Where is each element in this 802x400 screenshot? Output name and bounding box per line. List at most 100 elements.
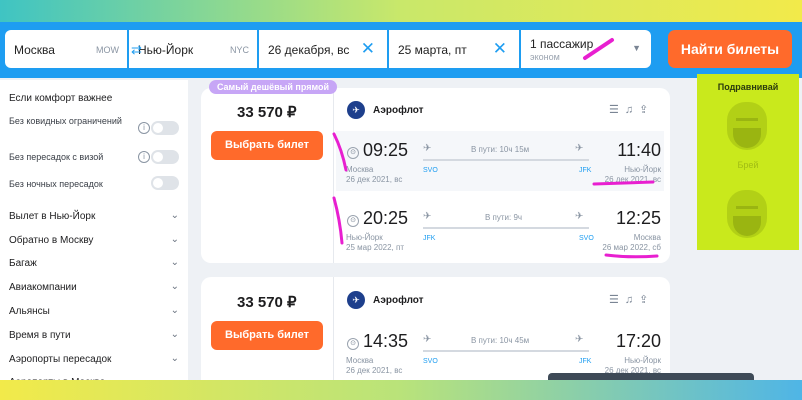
filter-section-travel-time[interactable]: Время в пути ⌄ [9,329,181,341]
departure-time: 20:25 [363,208,409,228]
pin-icon[interactable]: ⊙ [347,338,359,350]
bell-icon[interactable]: ♫ [625,104,639,116]
filter-section-label: Багаж [9,258,37,269]
filter-section-label: Вылет в Нью-Йорк [9,211,96,222]
aeroflot-logo-icon: ✈ [347,291,365,309]
landing-icon: ✈ [575,143,584,154]
pin-icon[interactable]: ⊙ [347,215,359,227]
arrival-airport-code: JFK [579,358,592,365]
return-date-field[interactable]: 25 марта, пт ✕ [389,30,519,68]
departure-city: Москва [346,356,374,365]
origin-value: Москва [14,43,55,57]
flight-track [423,350,589,352]
pin-icon[interactable]: ⊙ [347,147,359,159]
airline-name: Аэрофлот [373,105,424,116]
arrival-time: 17:20 [615,331,661,351]
destination-value: Нью-Йорк [138,43,194,57]
info-icon[interactable]: i [138,151,150,163]
swap-icon[interactable]: ⇄ [131,43,145,57]
departure-city: Нью-Йорк [346,233,383,242]
ticket-card: 33 570 ₽ Выбрать билет ✈ Аэрофлот ☰♫⇪ ⊙ … [201,88,670,263]
filter-section-baggage[interactable]: Багаж ⌄ [9,257,181,269]
departure-time: 09:25 [363,140,409,160]
beard-face-icon [727,102,767,150]
flight-track [423,159,589,161]
find-tickets-button[interactable]: Найти билеты [668,30,792,68]
departure-date: 26 дек 2021, вс [346,366,403,375]
flight-duration: В пути: 9ч [485,213,523,222]
flight-segment[interactable]: ⊙ 09:25 11:40 Москва 26 дек 2021, вс Нью… [336,131,664,191]
chevron-down-icon: ⌄ [170,329,179,340]
filter-toggle-label: Без ковидных ограничений [9,116,122,126]
arrival-city: Москва [633,233,661,242]
passengers-value: 1 пассажир [530,37,594,51]
ad-label: Брей [737,160,759,170]
filter-toggle-label: Без ночных пересадок [9,179,103,189]
filter-section-label: Обратно в Москву [9,235,94,246]
filter-section-transfer-airports[interactable]: Аэропорты пересадок ⌄ [9,353,181,365]
beard-face-icon [727,190,767,238]
close-icon[interactable]: ✕ [493,39,507,59]
card-actions: ☰♫⇪ [609,293,654,306]
select-ticket-button[interactable]: Выбрать билет [211,131,323,160]
arrival-airport-code: JFK [579,167,592,174]
departure-airport-code: JFK [423,235,436,242]
departure-airport-code: SVO [423,167,438,174]
select-ticket-button[interactable]: Выбрать билет [211,321,323,350]
filter-toggle-row: Без ковидных ограничений [9,116,129,140]
card-divider [333,277,334,397]
filter-section-label: Альянсы [9,306,50,317]
card-actions: ☰♫⇪ [609,103,654,116]
return-date-value: 25 марта, пт [398,43,467,57]
takeoff-icon: ✈ [423,334,432,345]
chevron-down-icon: ⌄ [170,257,179,268]
flight-duration: В пути: 10ч 15м [471,145,530,154]
ticket-price: 33 570 ₽ [237,294,297,311]
departure-date: 26 дек 2021, вс [346,175,403,184]
arrival-time: 12:25 [615,208,661,228]
flight-segment[interactable]: ⊙ 20:25 12:25 Нью-Йорк 25 мар 2022, пт М… [341,199,661,259]
filter-section-departure[interactable]: Вылет в Нью-Йорк ⌄ [9,210,181,222]
arrival-date: 26 мар 2022, сб [602,243,661,252]
ad-banner[interactable]: Подравнивай Брей [697,74,799,250]
share-icon[interactable]: ⇪ [639,294,654,306]
departure-date: 25 мар 2022, пт [346,243,404,252]
arrival-airport-code: SVO [579,235,594,242]
arrival-city: Нью-Йорк [624,165,661,174]
filters-sidebar: Если комфорт важнее Без ковидных огранич… [0,80,188,388]
filter-section-label: Авиакомпании [9,282,77,293]
ad-title: Подравнивай [717,82,779,92]
filter-section-return[interactable]: Обратно в Москву ⌄ [9,234,181,246]
sort-icon[interactable]: ☰ [609,104,625,116]
aeroflot-logo-icon: ✈ [347,101,365,119]
toggle-switch[interactable] [151,150,179,164]
chevron-down-icon: ▼ [632,43,641,53]
filter-section-alliances[interactable]: Альянсы ⌄ [9,305,181,317]
passengers-field[interactable]: 1 пассажир эконом ▼ [521,30,651,68]
sort-icon[interactable]: ☰ [609,294,625,306]
origin-field[interactable]: Москва MOW [5,30,127,68]
arrival-city: Нью-Йорк [624,356,661,365]
toggle-switch[interactable] [151,121,179,135]
destination-field[interactable]: Нью-Йорк NYC [129,30,257,68]
chevron-down-icon: ⌄ [170,210,179,221]
filter-section-label: Время в пути [9,330,71,341]
depart-date-field[interactable]: 26 декабря, вс ✕ [259,30,387,68]
bottom-gradient-frame [0,380,802,400]
chevron-down-icon: ⌄ [170,353,179,364]
info-icon[interactable]: i [138,122,150,134]
share-icon[interactable]: ⇪ [639,104,654,116]
chevron-down-icon: ⌄ [170,305,179,316]
arrival-time: 11:40 [617,140,661,160]
toggle-switch[interactable] [151,176,179,190]
origin-code: MOW [96,45,119,55]
filter-section-label: Аэропорты пересадок [9,354,112,365]
filter-section-airlines[interactable]: Авиакомпании ⌄ [9,281,181,293]
card-divider [333,88,334,263]
ticket-price: 33 570 ₽ [237,104,297,121]
flight-duration: В пути: 10ч 45м [471,336,530,345]
airline-name: Аэрофлот [373,295,424,306]
bell-icon[interactable]: ♫ [625,294,639,306]
chevron-down-icon: ⌄ [170,281,179,292]
close-icon[interactable]: ✕ [361,39,375,59]
